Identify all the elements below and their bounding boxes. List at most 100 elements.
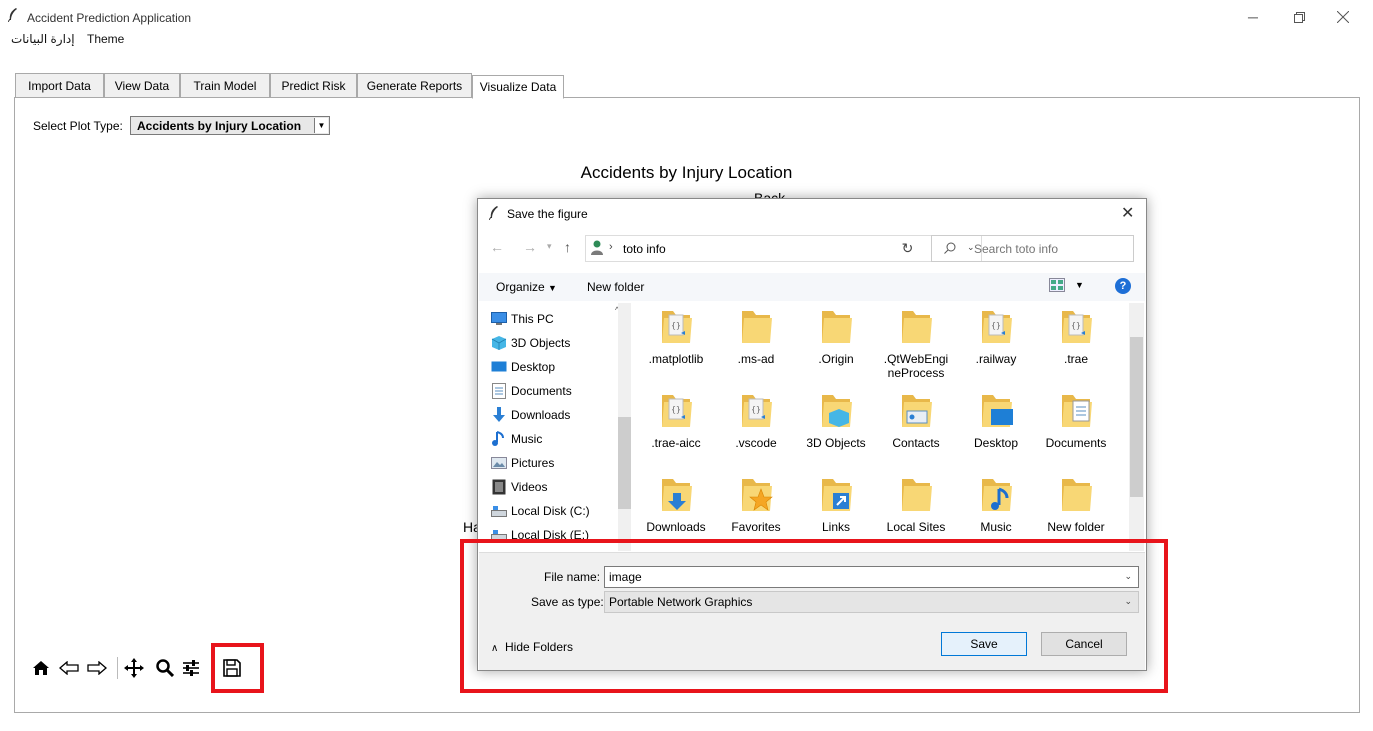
3d-objects-icon (491, 335, 507, 351)
tab-predict-risk[interactable]: Predict Risk (270, 73, 357, 97)
address-path: toto info (623, 242, 666, 256)
file-item-trae[interactable]: {} .trae (1036, 309, 1116, 366)
folder-json-icon: {} (659, 393, 693, 432)
file-item-vscode[interactable]: {} .vscode (716, 393, 796, 450)
feather-icon (489, 206, 498, 220)
file-item-contacts[interactable]: Contacts (876, 393, 956, 450)
folder-json-icon: {} (1059, 309, 1093, 348)
back-arrow-icon[interactable] (58, 657, 80, 679)
pan-icon[interactable] (123, 657, 145, 679)
forward-arrow-icon[interactable] (86, 657, 108, 679)
file-item-label: Links (821, 520, 850, 534)
menu-data-management[interactable]: إدارة البيانات (11, 32, 75, 46)
file-item-3d-objects[interactable]: 3D Objects (796, 393, 876, 450)
nav-back-arrow-icon[interactable]: ← (490, 239, 504, 255)
tab-visualize-data[interactable]: Visualize Data (472, 75, 564, 99)
user-folder-icon (591, 240, 603, 255)
file-item-label: Local Sites (886, 520, 946, 534)
chart-title-text: Accidents by Injury Location (580, 163, 793, 182)
nav-item-desktop[interactable]: Desktop (491, 356, 555, 378)
nav-item-label: This PC (511, 312, 554, 326)
configure-subplots-icon[interactable] (180, 657, 202, 679)
nav-item-documents[interactable]: Documents (491, 380, 572, 402)
file-item-local-sites[interactable]: Local Sites (876, 477, 956, 534)
nav-item-label: Documents (511, 384, 572, 398)
restore-button[interactable] (1284, 6, 1314, 28)
file-item-label: .railway (975, 352, 1017, 366)
svg-text:{}: {} (991, 321, 1001, 330)
path-separator-icon: › (609, 241, 613, 253)
file-item-trae-aicc[interactable]: {} .trae-aicc (636, 393, 716, 450)
file-item-new-folder[interactable]: New folder (1036, 477, 1116, 534)
nav-item-3d-objects[interactable]: 3D Objects (491, 332, 570, 354)
file-item-qtwebengineprocess[interactable]: .QtWebEngineProcess (876, 309, 956, 380)
caret-down-icon: ▼ (548, 283, 557, 293)
address-bar[interactable]: › toto info ⌄ (585, 235, 982, 262)
change-view-button[interactable]: ▼ (1049, 278, 1084, 292)
file-item-label: Favorites (731, 520, 781, 534)
file-item-label: .matplotlib (648, 352, 704, 366)
plot-type-value: Accidents by Injury Location (137, 118, 302, 133)
file-item-label: .Origin (818, 352, 854, 366)
file-item-music[interactable]: Music (956, 477, 1036, 534)
recent-locations-chevron-icon[interactable]: ▾ (547, 241, 552, 252)
nav-item-videos[interactable]: Videos (491, 476, 547, 498)
nav-item-local-disk-c[interactable]: Local Disk (C:) (491, 500, 590, 522)
nav-item-this-pc[interactable]: This PC (491, 308, 554, 330)
svg-text:{}: {} (751, 405, 761, 414)
zoom-icon[interactable] (154, 657, 176, 679)
tab-import-data[interactable]: Import Data (15, 73, 104, 97)
home-icon[interactable] (30, 657, 52, 679)
new-folder-button[interactable]: New folder (587, 280, 644, 294)
tab-train-model[interactable]: Train Model (180, 73, 270, 97)
svg-text:{}: {} (1071, 321, 1081, 330)
file-item-documents[interactable]: Documents (1036, 393, 1116, 450)
help-button[interactable]: ? (1115, 278, 1131, 294)
file-item-matplotlib[interactable]: {} .matplotlib (636, 309, 716, 366)
search-icon (944, 242, 956, 254)
folder-json-icon: {} (739, 393, 773, 432)
file-list[interactable]: {} .matplotlib .ms-ad .Origin .QtWebEnginePr… (636, 303, 1126, 551)
search-box[interactable] (931, 235, 1134, 262)
menu-theme[interactable]: Theme (87, 32, 124, 46)
drive-icon (491, 503, 507, 519)
file-item-links[interactable]: Links (796, 477, 876, 534)
file-item-railway[interactable]: {} .railway (956, 309, 1036, 366)
plot-type-select[interactable]: Accidents by Injury Location ▼ (130, 116, 330, 135)
search-input[interactable] (972, 241, 1131, 257)
nav-item-label: Music (511, 432, 543, 446)
tab-view-data[interactable]: View Data (104, 73, 180, 97)
file-item-favorites[interactable]: Favorites (716, 477, 796, 534)
nav-pane-scroll-thumb[interactable] (618, 417, 631, 509)
file-item-ms-ad[interactable]: .ms-ad (716, 309, 796, 366)
folder-icon (899, 309, 933, 348)
folder-downloads-icon (659, 477, 693, 516)
computer-icon (491, 311, 507, 327)
nav-forward-arrow-icon[interactable]: → (523, 239, 537, 255)
chart-title: Accidents by Injury Location (0, 163, 1373, 183)
nav-up-arrow-icon[interactable]: ↑ (564, 239, 571, 255)
nav-item-music[interactable]: Music (491, 428, 542, 450)
folder-icon (1059, 477, 1093, 516)
feather-icon (8, 8, 17, 22)
dialog-title: Save the figure (507, 207, 588, 221)
file-item-downloads[interactable]: Downloads (636, 477, 716, 534)
command-bar: Organize ▼ New folder ▼ ? (479, 273, 1145, 301)
navigation-pane[interactable]: ^ This PC3D ObjectsDesktopDocumentsDownl… (479, 303, 631, 551)
highlight-box-save-icon (211, 643, 264, 693)
file-item-label: .ms-ad (737, 352, 775, 366)
refresh-button[interactable]: ↻ (894, 235, 921, 262)
dropdown-arrow-icon[interactable]: ▼ (314, 118, 328, 133)
organize-button[interactable]: Organize ▼ (496, 280, 557, 294)
nav-item-downloads[interactable]: Downloads (491, 404, 570, 426)
videos-icon (491, 479, 507, 495)
file-list-scroll-thumb[interactable] (1130, 337, 1143, 497)
dialog-close-button[interactable]: ✕ (1121, 203, 1134, 223)
minimize-button[interactable]: ─ (1238, 6, 1268, 28)
file-item-origin[interactable]: .Origin (796, 309, 876, 366)
nav-item-pictures[interactable]: Pictures (491, 452, 554, 474)
folder-json-icon: {} (979, 309, 1013, 348)
close-window-button[interactable] (1328, 6, 1358, 28)
file-item-desktop[interactable]: Desktop (956, 393, 1036, 450)
tab-generate-reports[interactable]: Generate Reports (357, 73, 472, 97)
